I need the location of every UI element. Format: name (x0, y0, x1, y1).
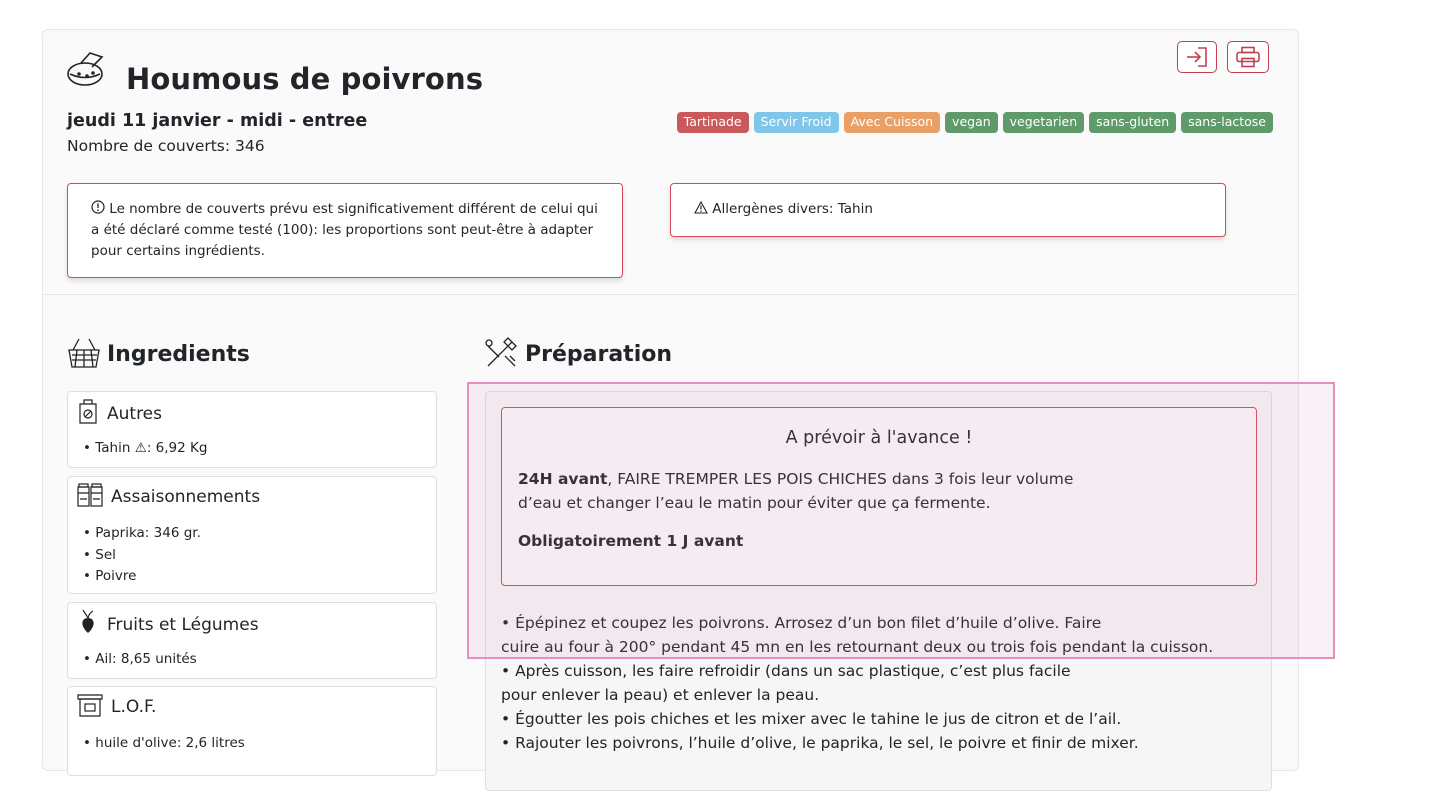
list-item: • Tahin ⚠: 6,92 Kg (83, 440, 208, 456)
step-line: • Après cuisson, les faire refroidir (da… (501, 662, 1071, 680)
step-line: • Égoutter les pois chiches et les mixer… (501, 710, 1122, 728)
preparation-header: Préparation (485, 336, 672, 368)
header-divider (42, 294, 1298, 295)
allergens-value: Tahin (837, 201, 873, 217)
tag-badge: Tartinade (676, 112, 749, 133)
ingredients-header: Ingredients (67, 336, 250, 368)
beet-icon (82, 609, 94, 633)
printer-icon (1236, 46, 1260, 68)
ingredient-group-title: L.O.F. (111, 697, 157, 717)
list-item: • huile d'olive: 2,6 litres (83, 735, 245, 751)
recipe-title: Houmous de poivrons (126, 62, 484, 96)
ingredient-group: Fruits et Légumes • Ail: 8,65 unités (67, 602, 437, 679)
selection-highlight (467, 382, 1335, 659)
list-item: • Paprika: 346 gr. (83, 525, 201, 541)
print-button[interactable] (1227, 41, 1269, 73)
bowl-icon (67, 52, 104, 86)
bag-icon (79, 399, 97, 424)
step-line: pour enlever la peau) et enlever la peau… (501, 686, 820, 704)
recipe-date: jeudi 11 janvier - midi - entree (67, 111, 368, 131)
ingredient-group-title: Assaisonnements (111, 487, 261, 507)
list-item: • Sel (83, 546, 116, 563)
info-circle-icon (91, 200, 105, 214)
preparation-heading: Préparation (525, 342, 673, 367)
ingredients-heading: Ingredients (107, 342, 250, 367)
spice-jars-icon (77, 483, 103, 507)
allergens-label: Allergènes divers: (712, 201, 834, 217)
tag-badge: vegan (945, 112, 998, 133)
ingredient-group-title: Fruits et Légumes (107, 615, 259, 635)
ingredient-group-title: Autres (107, 404, 163, 424)
list-item: • Ail: 8,65 unités (83, 651, 197, 667)
tag-badge: vegetarien (1002, 112, 1085, 133)
covers-warning-text: Le nombre de couverts prévu est signific… (91, 201, 598, 259)
list-item: • Poivre (83, 568, 137, 584)
allergens-alert: Allergènes divers: Tahin (670, 183, 1226, 237)
covers-count: Nombre de couverts: 346 (67, 137, 265, 155)
export-button[interactable] (1177, 41, 1217, 73)
basket-icon (68, 338, 100, 368)
kitchen-tools-icon (485, 337, 517, 367)
tag-list: Tartinade Servir Froid Avec Cuisson vega… (676, 112, 1273, 133)
allergen-warning-icon: ⚠ (134, 440, 147, 456)
warning-triangle-icon (694, 200, 708, 214)
tag-badge: sans-lactose (1181, 112, 1273, 133)
ingredient-group: Assaisonnements • Paprika: 346 gr. • Sel… (67, 476, 437, 594)
ingredient-group: Autres • Tahin ⚠: 6,92 Kg (67, 391, 437, 468)
tag-badge: sans-gluten (1089, 112, 1177, 133)
jar-icon (77, 694, 103, 717)
tag-badge: Avec Cuisson (843, 112, 941, 133)
step-line: • Rajouter les poivrons, l’huile d’olive… (501, 734, 1139, 752)
tag-badge: Servir Froid (753, 112, 839, 133)
ingredient-group: L.O.F. • huile d'olive: 2,6 litres (67, 686, 437, 776)
sign-in-icon (1187, 47, 1207, 67)
covers-warning-alert: Le nombre de couverts prévu est signific… (67, 183, 623, 278)
